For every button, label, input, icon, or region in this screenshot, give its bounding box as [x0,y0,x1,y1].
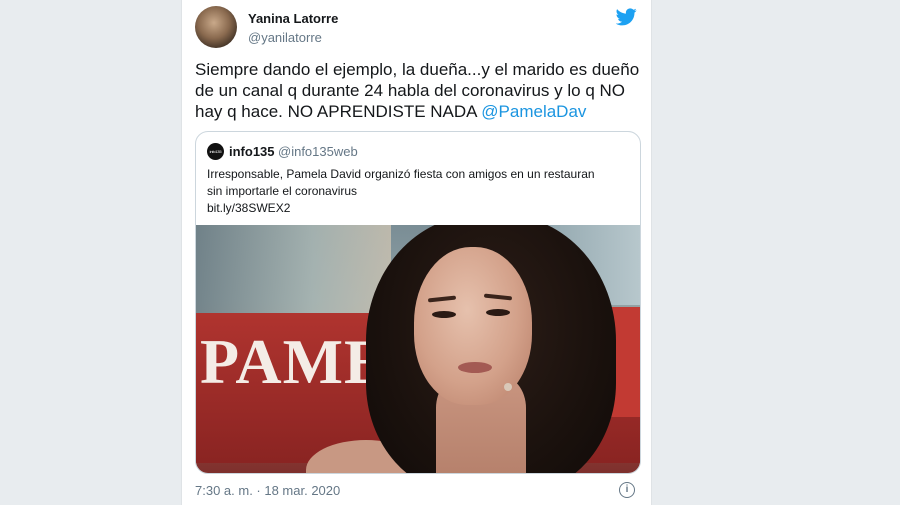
quoted-avatar[interactable]: info135 [207,143,224,160]
studio-background [196,225,391,325]
quoted-text: Irresponsable, Pamela David organizó fie… [207,166,632,217]
quoted-handle[interactable]: @info135web [278,144,358,159]
quoted-display-name[interactable]: info135 [229,144,275,159]
author-handle[interactable]: @yanilatorre [248,30,322,45]
tweet-card: Yanina Latorre @yanilatorre Siempre dand… [181,0,652,505]
lapel-mic [504,383,512,391]
tweet-text-fragment: hay q hace. NO APRENDISTE NADA [195,102,482,121]
tweet-timestamp[interactable]: 7:30 a. m. · 18 mar. 2020 [195,483,340,498]
info-icon[interactable]: i [619,482,635,498]
quoted-text-line: sin importarle el coronavirus [207,184,358,198]
mention-link[interactable]: @PamelaDav [481,102,586,121]
person-lips [458,362,492,373]
person-face [414,247,532,405]
quoted-text-line: Irresponsable, Pamela David organizó fie… [207,167,595,181]
quoted-tweet[interactable]: info135 info135 @info135web Irresponsabl… [195,131,641,474]
author-display-name[interactable]: Yanina Latorre [248,11,338,26]
left-eye [432,311,456,318]
quoted-media-image[interactable]: PAMELA [196,225,640,473]
author-avatar[interactable] [195,6,237,48]
tweet-text-line: Siempre dando el ejemplo, la dueña...y e… [195,60,640,79]
twitter-bird-icon[interactable] [616,8,637,26]
tweet-text: Siempre dando el ejemplo, la dueña...y e… [195,59,645,122]
quoted-link[interactable]: bit.ly/38SWEX2 [207,200,632,217]
tweet-text-line: hay q hace. NO APRENDISTE NADA @PamelaDa… [195,101,645,122]
right-eye [486,309,510,316]
tweet-text-line: de un canal q durante 24 habla del coron… [195,81,625,100]
